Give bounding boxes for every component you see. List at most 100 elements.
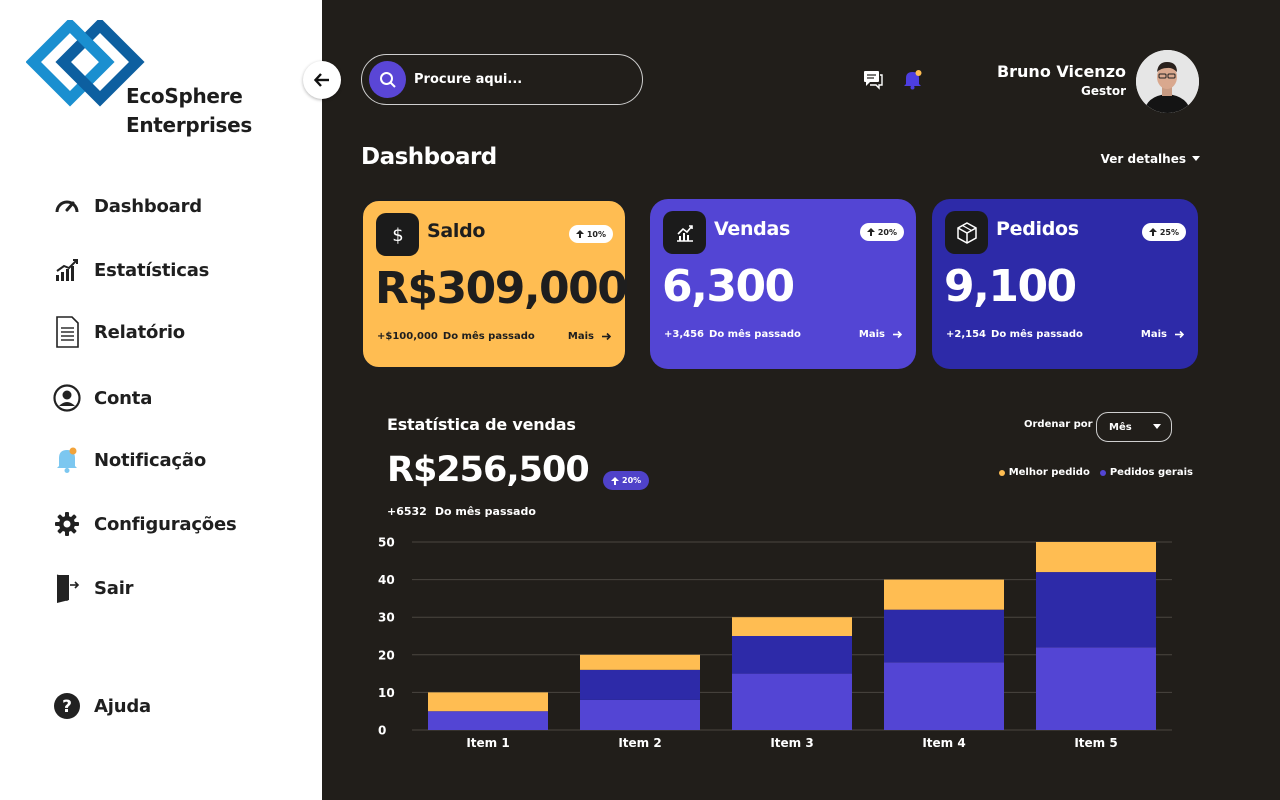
svg-text:?: ? [62, 697, 72, 717]
gear-icon [52, 509, 82, 539]
chart-legend: Melhor pedido Pedidos gerais [998, 467, 1193, 478]
order-by-label: Ordenar por [1024, 419, 1093, 430]
sidebar: EcoSphere Enterprises Dashboard Estatíst… [0, 0, 322, 800]
card-vendas: Vendas 20% 6,300 +3,456 Do mês passado M… [650, 199, 916, 369]
stats-delta-value: +6532 [387, 505, 427, 518]
card-delta-label: Do mês passado [442, 331, 535, 342]
bar-segment [884, 579, 1004, 610]
card-pedidos: Pedidos 25% 9,100 +2,154 Do mês passado … [932, 199, 1198, 369]
sidebar-item-label: Estatísticas [94, 259, 210, 281]
document-icon [52, 316, 82, 348]
card-delta: +$100,000 Do mês passado [377, 331, 535, 342]
bar-segment [428, 692, 548, 712]
page-title: Dashboard [361, 144, 497, 170]
legend-item: Melhor pedido [998, 467, 1090, 478]
gauge-icon [52, 191, 82, 221]
sidebar-item-dashboard[interactable]: Dashboard [52, 190, 202, 222]
card-more-link[interactable]: Mais [859, 329, 902, 340]
brand-name-line1: EcoSphere [126, 84, 243, 108]
brand-name: EcoSphere Enterprises [126, 82, 252, 140]
sidebar-item-conta[interactable]: Conta [52, 382, 152, 414]
search-bar[interactable] [361, 54, 643, 105]
arrow-up-icon [611, 476, 619, 485]
card-value: R$309,000 [375, 263, 628, 314]
stats-delta-label: Do mês passado [434, 505, 536, 518]
card-value: 6,300 [662, 261, 795, 312]
bar-segment [1036, 572, 1156, 648]
card-title: Saldo [427, 220, 486, 242]
card-more-link[interactable]: Mais [568, 331, 611, 342]
arrow-right-icon [893, 330, 902, 339]
growth-badge: 10% [568, 225, 613, 243]
arrow-right-icon [602, 332, 611, 341]
collapse-sidebar-button[interactable] [303, 61, 341, 99]
details-dropdown[interactable]: Ver detalhes [1101, 152, 1200, 166]
bar-segment [732, 636, 852, 674]
growth-badge-value: 25% [1159, 227, 1179, 237]
chat-icon[interactable] [862, 68, 884, 90]
caret-down-icon [1153, 424, 1161, 429]
bar-segment [732, 673, 852, 730]
bell-icon[interactable] [902, 68, 924, 90]
avatar[interactable] [1136, 50, 1199, 113]
bar-segment [732, 617, 852, 636]
brand-name-line2: Enterprises [126, 113, 252, 137]
sidebar-item-label: Dashboard [94, 195, 202, 217]
more-label: Mais [858, 329, 885, 340]
brand-logo[interactable]: EcoSphere Enterprises [26, 20, 266, 140]
stats-growth-value: 20% [622, 476, 642, 485]
svg-text:$: $ [392, 225, 403, 246]
card-delta: +3,456 Do mês passado [664, 329, 801, 340]
bar-segment [428, 711, 548, 730]
user-name: Bruno Vicenzo [996, 62, 1126, 81]
y-tick-label: 30 [378, 611, 395, 625]
card-delta-label: Do mês passado [991, 329, 1083, 340]
sidebar-item-label: Configurações [94, 513, 237, 535]
sidebar-item-label: Notificação [94, 449, 207, 471]
y-tick-label: 20 [378, 648, 395, 662]
more-label: Mais [1140, 329, 1167, 340]
box-icon [945, 211, 988, 254]
sidebar-item-notificacao[interactable]: Notificação [52, 444, 206, 476]
order-by-value: Mês [1109, 421, 1132, 433]
legend-swatch [1099, 469, 1106, 476]
card-delta-value: +$100,000 [377, 331, 438, 342]
x-tick-label: Item 1 [466, 736, 509, 750]
card-more-link[interactable]: Mais [1141, 329, 1184, 340]
sidebar-item-estatisticas[interactable]: Estatísticas [52, 254, 209, 286]
bar-growth-icon [52, 255, 82, 285]
bar-segment [1036, 542, 1156, 573]
legend-label: Pedidos gerais [1109, 467, 1193, 478]
growth-badge-value: 20% [877, 227, 897, 237]
card-value: 9,100 [944, 261, 1077, 312]
sidebar-item-relatorio[interactable]: Relatório [52, 316, 185, 348]
growth-badge: 20% [859, 223, 904, 241]
growth-badge-value: 10% [586, 229, 606, 239]
x-tick-label: Item 4 [922, 736, 965, 750]
sidebar-item-label: Ajuda [94, 695, 151, 717]
card-delta-value: +2,154 [946, 329, 987, 340]
search-input[interactable] [414, 72, 614, 87]
search-icon[interactable] [369, 61, 406, 98]
y-tick-label: 0 [378, 724, 386, 738]
bar-segment [884, 662, 1004, 730]
bell-icon [52, 445, 82, 475]
x-tick-label: Item 5 [1074, 736, 1117, 750]
chart-up-icon [663, 211, 706, 254]
sidebar-item-ajuda[interactable]: ? Ajuda [52, 690, 151, 722]
card-saldo: $ Saldo 10% R$309,000 +$100,000 Do mês p… [361, 199, 628, 369]
y-tick-label: 40 [378, 573, 395, 587]
sidebar-item-configuracoes[interactable]: Configurações [52, 508, 237, 540]
y-tick-label: 10 [378, 686, 395, 700]
legend-item: Pedidos gerais [1099, 467, 1193, 478]
sidebar-item-label: Relatório [94, 321, 185, 343]
sidebar-item-sair[interactable]: Sair [52, 572, 134, 604]
card-title: Vendas [714, 218, 791, 240]
legend-label: Melhor pedido [1008, 467, 1090, 478]
order-by-select[interactable]: Mês [1096, 412, 1172, 442]
bar-segment [580, 669, 700, 700]
stats-value: R$256,500 [387, 450, 590, 490]
dollar-icon: $ [376, 213, 419, 256]
bar-segment [1036, 647, 1156, 730]
y-tick-label: 50 [378, 536, 395, 550]
